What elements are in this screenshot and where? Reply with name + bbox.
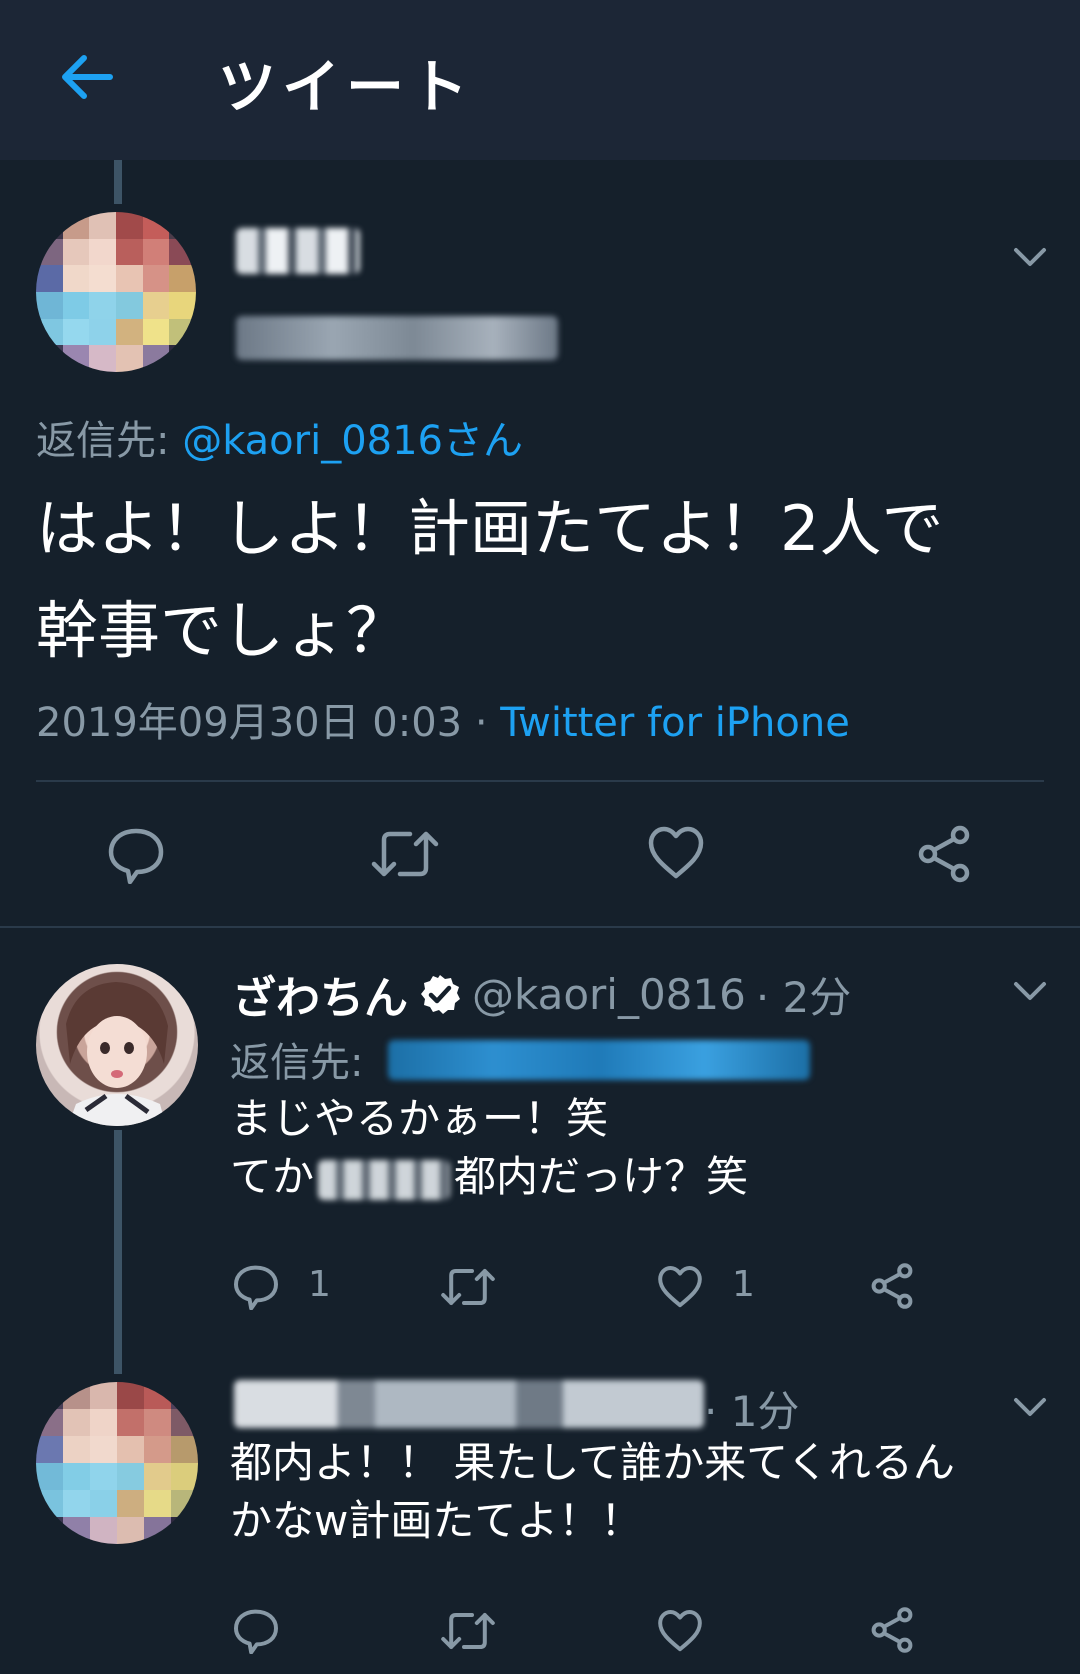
chevron-down-icon[interactable] [1010,978,1050,1004]
heart-icon [658,1265,702,1308]
tweet-text: はよ！しよ！計画たてよ！2人で 幹事でしょ？ [36,478,1036,682]
like-count: 1 [732,1264,755,1305]
reply-icon [108,828,164,884]
reply2-name-handle-pixelated[interactable] [234,1380,704,1428]
retweet-button[interactable] [440,1264,496,1310]
meta-separator: · [474,700,488,746]
tweet-meta: 2019年09月30日 0:03 · Twitter for iPhone [36,690,850,748]
reply-to-mention-pixelated[interactable] [388,1040,810,1080]
heart-icon [648,826,704,879]
chevron-down-icon[interactable] [1010,244,1050,270]
reply-button[interactable] [106,824,166,884]
text-fragment: てか [230,1152,315,1201]
share-button[interactable] [868,1606,916,1654]
retweet-button[interactable] [440,1608,496,1654]
reply1-header: ざわちん @kaori_0816 · 2分 [232,962,851,1026]
tweet-text-line: はよ！しよ！計画たてよ！2人で [36,492,944,565]
avatar-portrait [66,982,168,1126]
reply1-text-line: てか 都内だっけ？笑 [230,1148,748,1206]
reply-button[interactable] [232,1262,280,1310]
reply2-text-line: 都内よ！！ 果たして誰か来てくれるん [230,1438,955,1487]
tweet-datetime: 2019年09月30日 0:03 [36,700,463,746]
chevron-down-icon[interactable] [1010,1394,1050,1420]
divider [36,780,1044,782]
verified-badge-icon [421,975,460,1014]
relative-time: · 1分 [704,1387,800,1436]
thread-connector [114,1130,122,1374]
relative-time: · 2分 [755,972,852,1022]
tweet-source-link[interactable]: Twitter for iPhone [500,700,850,746]
reply-to-label: 返信先: [36,418,170,464]
reply1-text-line: まじやるかぁー！笑 [230,1094,609,1143]
zawachin-avatar[interactable] [36,964,198,1126]
top-bar: ツイート [0,0,1080,160]
thread-connector-top [114,160,122,204]
retweet-icon [441,1613,495,1649]
like-button[interactable] [646,824,706,882]
author-handle-pixelated [236,316,558,360]
user-handle[interactable]: @kaori_0816 [472,970,746,1019]
retweet-icon [441,1269,495,1305]
share-icon [918,825,970,883]
share-button[interactable] [868,1262,916,1310]
heart-icon [658,1609,702,1652]
like-button[interactable] [656,1264,704,1310]
author-name-pixelated [236,228,360,274]
reply-button[interactable] [232,1606,280,1654]
reply-to-label: 返信先: [230,1040,364,1086]
share-button[interactable] [914,824,974,884]
share-icon [871,1607,913,1653]
author-avatar-pixelated[interactable] [36,1382,198,1544]
share-icon [871,1263,913,1309]
retweet-icon [371,831,439,877]
reply-to-mention-link[interactable]: @kaori_0816さん [182,418,523,464]
text-fragment: 都内だっけ？笑 [454,1152,749,1201]
redacted-text [318,1159,451,1200]
author-avatar-pixelated[interactable] [36,212,196,372]
like-button[interactable] [656,1608,704,1654]
retweet-button[interactable] [370,826,440,882]
reply-count: 1 [308,1264,331,1305]
reply-icon [234,1609,278,1654]
reply2-text-line: かなw計画たてよ！！ [230,1496,643,1545]
tweet-text-line: 幹事でしょ？ [36,594,409,667]
reply-to-line: 返信先: @kaori_0816さん [36,408,523,466]
display-name[interactable]: ざわちん [232,962,408,1026]
reply2-time: · 1分 [704,1378,799,1439]
page-title: ツイート [218,53,475,121]
divider [0,926,1080,928]
back-arrow-icon[interactable] [58,52,114,102]
reply-icon [234,1265,278,1310]
